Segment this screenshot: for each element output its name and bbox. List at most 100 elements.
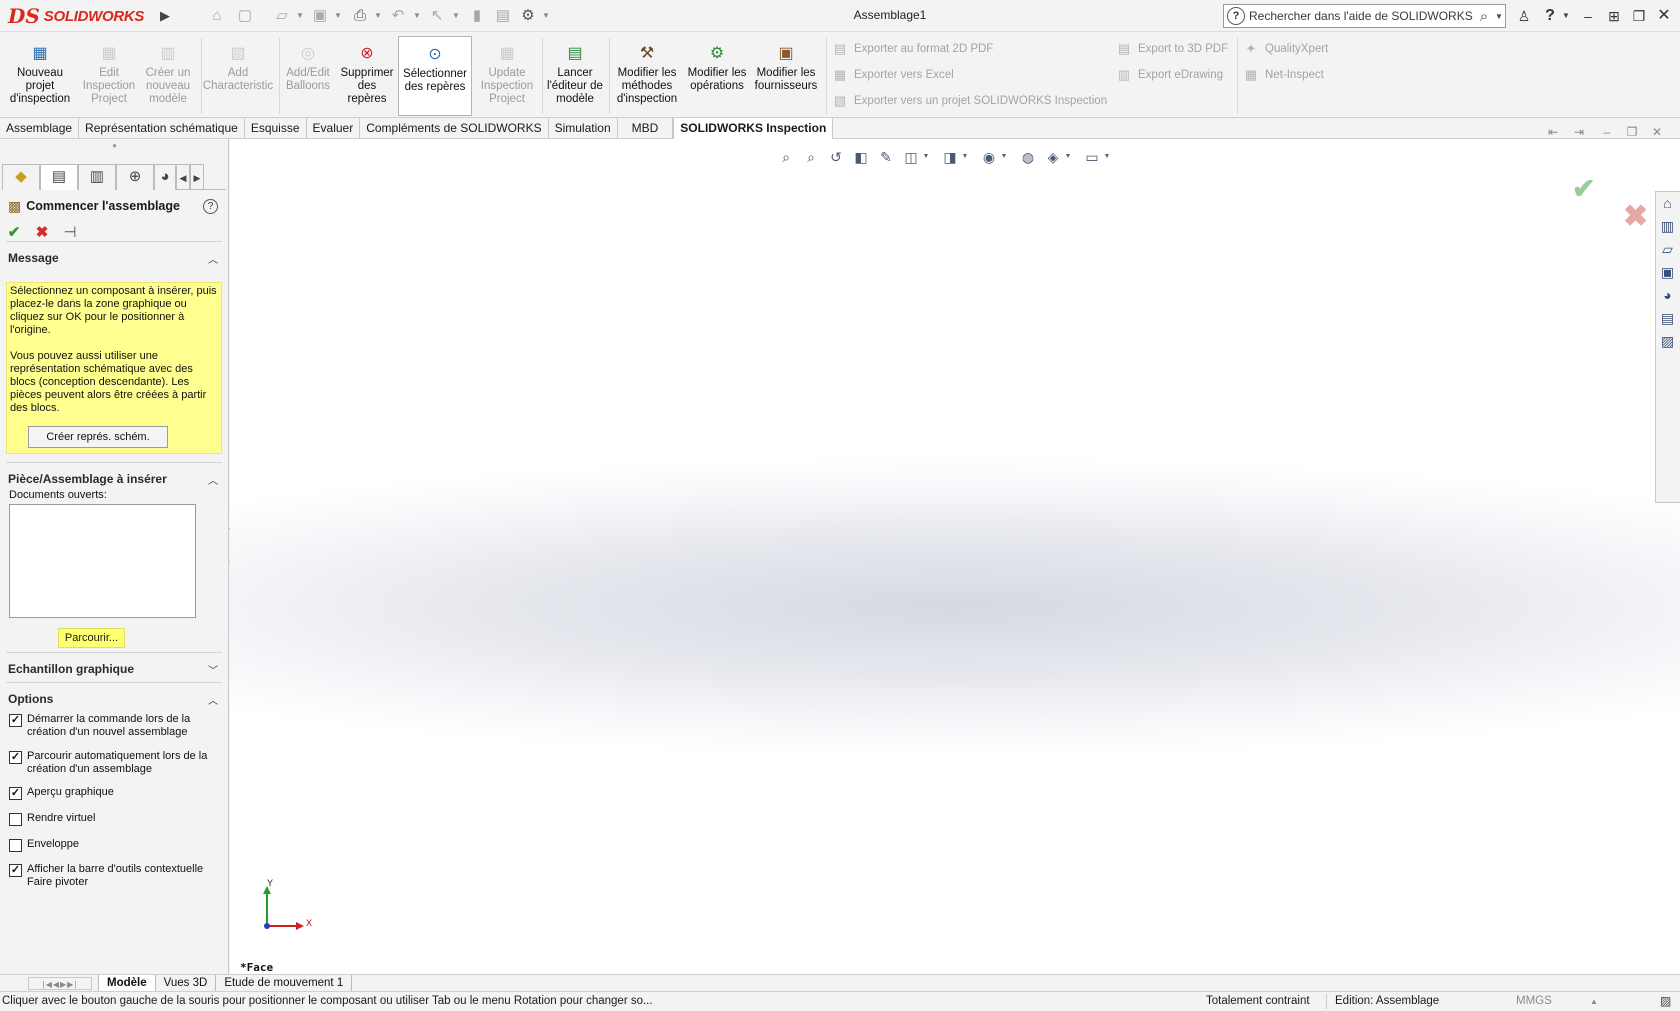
collapse-chevron-icon[interactable]: ︿	[206, 692, 220, 707]
save-dropdown-icon[interactable]: ▼	[333, 5, 343, 27]
search-icon[interactable]: ⌕	[1473, 8, 1495, 25]
viewport-close-icon[interactable]: ✕	[1649, 124, 1665, 140]
add-characteristic-button[interactable]: ▧ Add Characteristic	[203, 36, 273, 116]
add-edit-balloons-button[interactable]: ◎ Add/Edit Balloons	[282, 36, 334, 116]
launch-template-editor-button[interactable]: ▤ Lancer l'éditeur de modèle	[545, 36, 605, 116]
new-inspection-project-button[interactable]: ▦ Nouveau projet d'inspection	[4, 36, 76, 116]
zoom-to-area-icon[interactable]: ⌕	[800, 147, 822, 167]
help-question-icon[interactable]: ?	[1539, 5, 1561, 27]
option-graphic-preview[interactable]: ✓ Aperçu graphique	[9, 786, 219, 800]
panel-grip[interactable]: ●	[0, 139, 229, 153]
delete-balloons-button[interactable]: ⊗ Supprimer des repères	[338, 36, 396, 116]
qualityxpert-button[interactable]: ✦ QualityXpert	[1243, 39, 1329, 59]
search-dropdown-icon[interactable]: ▼	[1495, 12, 1505, 21]
edit-inspection-methods-button[interactable]: ⚒ Modifier les méthodes d'inspection	[612, 36, 682, 116]
confirmation-ok-icon[interactable]: ✔	[1572, 172, 1595, 205]
update-inspection-project-button[interactable]: ▦ Update Inspection Project	[474, 36, 540, 116]
tab-simulation[interactable]: Simulation	[549, 118, 618, 139]
tab-evaluer[interactable]: Evaluer	[307, 118, 361, 139]
checkbox[interactable]: ✓	[9, 714, 22, 727]
help-search-box[interactable]: ? Rechercher dans l'aide de SOLIDWORKS ⌕…	[1223, 4, 1506, 28]
message-group-header[interactable]: Message ︿	[8, 248, 220, 268]
view-settings-monitor-icon[interactable]: ▭	[1081, 147, 1103, 167]
export-excel-button[interactable]: ▦ Exporter vers Excel	[832, 65, 954, 85]
search-input[interactable]: Rechercher dans l'aide de SOLIDWORKS	[1249, 9, 1473, 23]
design-library-icon[interactable]: ▥	[1656, 215, 1679, 238]
view-settings-dropdown-icon[interactable]: ▼	[1103, 147, 1111, 167]
edit-appearance-icon[interactable]: ◍	[1017, 147, 1039, 167]
open-folder-icon[interactable]: ▱	[271, 5, 293, 27]
tab-assemblage[interactable]: Assemblage	[0, 118, 80, 139]
edit-inspection-project-button[interactable]: ▦ Edit Inspection Project	[78, 36, 140, 116]
select-balloons-button[interactable]: ⊙ Sélectionner des repères	[398, 36, 472, 116]
edit-operations-button[interactable]: ⚙ Modifier les opérations	[686, 36, 748, 116]
select-cursor-icon[interactable]: ↖	[426, 5, 448, 27]
cancel-x-icon[interactable]: ✖	[34, 223, 50, 241]
menu-flyout-arrow-icon[interactable]: ▶	[157, 4, 173, 28]
tab-scroll-arrows-icon[interactable]: |◀◀▶▶|	[28, 976, 92, 990]
ok-check-icon[interactable]: ✔	[6, 223, 22, 241]
collapse-chevron-icon[interactable]: ︿	[206, 472, 220, 487]
tile-windows-icon[interactable]: ⊞	[1603, 5, 1625, 27]
pushpin-icon[interactable]: ⊣	[62, 223, 78, 241]
export-3d-pdf-button[interactable]: ▤ Export to 3D PDF	[1116, 39, 1228, 59]
apply-scene-dropdown-icon[interactable]: ▼	[1064, 147, 1072, 167]
tab-complements[interactable]: Compléments de SOLIDWORKS	[360, 118, 549, 139]
close-window-icon[interactable]: ✕	[1653, 5, 1675, 27]
open-dropdown-icon[interactable]: ▼	[295, 5, 305, 27]
print-icon[interactable]: ⎙	[349, 5, 371, 27]
edit-vendors-button[interactable]: ▣ Modifier les fournisseurs	[752, 36, 820, 116]
forum-chat-icon[interactable]: ▨	[1656, 330, 1679, 353]
dimxpert-tab-icon[interactable]: ⊕	[116, 164, 154, 190]
property-manager-tab-icon[interactable]: ▤	[40, 164, 78, 190]
options-group-header[interactable]: Options ︿	[8, 689, 220, 709]
export-2d-pdf-button[interactable]: ▤ Exporter au format 2D PDF	[832, 39, 993, 59]
select-dropdown-icon[interactable]: ▼	[451, 5, 461, 27]
insert-group-header[interactable]: Pièce/Assemblage à insérer ︿	[8, 469, 220, 489]
zoom-to-fit-icon[interactable]: ⌕	[775, 147, 797, 167]
tab-esquisse[interactable]: Esquisse	[245, 118, 307, 139]
feature-manager-tab-icon[interactable]: ◆	[2, 164, 40, 190]
file-explorer-icon[interactable]: ▱	[1656, 238, 1679, 261]
checkbox[interactable]: ✓	[9, 787, 22, 800]
file-properties-icon[interactable]: ▤	[492, 5, 514, 27]
viewport-next-icon[interactable]: ⇥	[1571, 124, 1587, 140]
solidworks-logo[interactable]: DS SOLIDWORKS	[8, 3, 158, 29]
checkbox[interactable]: ✓	[9, 864, 22, 877]
tab-3d-views[interactable]: Vues 3D	[156, 975, 217, 991]
configuration-manager-tab-icon[interactable]: ▥	[78, 164, 116, 190]
display-style-icon[interactable]: ◨	[939, 147, 961, 167]
option-auto-browse[interactable]: ✓ Parcourir automatiquement lors de la cr…	[9, 750, 219, 776]
option-envelope[interactable]: Enveloppe	[9, 838, 219, 852]
open-documents-list[interactable]	[9, 504, 196, 618]
undo-icon[interactable]: ↶	[387, 5, 409, 27]
previous-view-icon[interactable]: ↺	[825, 147, 847, 167]
dynamic-annotation-icon[interactable]: ✎	[875, 147, 897, 167]
tab-mbd[interactable]: MBD	[618, 118, 674, 139]
checkbox[interactable]	[9, 813, 22, 826]
tab-solidworks-inspection[interactable]: SOLIDWORKS Inspection	[673, 118, 834, 139]
tab-model[interactable]: Modèle	[98, 975, 156, 991]
option-rotate-toolbar[interactable]: ✓ Afficher la barre d'outils contextuelle…	[9, 863, 219, 889]
expand-chevron-icon[interactable]: ﹀	[206, 662, 220, 677]
options-dropdown-icon[interactable]: ▼	[541, 5, 551, 27]
save-icon[interactable]: ▣	[309, 5, 331, 27]
create-schematic-button[interactable]: Créer représ. schém.	[28, 426, 168, 448]
minimize-icon[interactable]: –	[1577, 5, 1599, 27]
export-sw-inspection-button[interactable]: ▧ Exporter vers un projet SOLIDWORKS Insp…	[832, 91, 1107, 111]
browse-button[interactable]: Parcourir...	[58, 628, 125, 648]
restore-window-icon[interactable]: ❐	[1628, 5, 1650, 27]
apply-scene-icon[interactable]: ◈	[1042, 147, 1064, 167]
confirmation-cancel-icon[interactable]: ✖	[1623, 199, 1648, 234]
solidworks-resources-home-icon[interactable]: ⌂	[1656, 192, 1679, 215]
option-make-virtual[interactable]: Rendre virtuel	[9, 812, 219, 826]
viewport-prev-icon[interactable]: ⇤	[1545, 124, 1561, 140]
rebuild-icon[interactable]: ▮	[466, 5, 488, 27]
home-icon[interactable]: ⌂	[206, 5, 228, 27]
help-dropdown-icon[interactable]: ▼	[1561, 5, 1571, 27]
tab-representation-schematique[interactable]: Représentation schématique	[79, 118, 245, 139]
status-chat-icon[interactable]: ▨	[1660, 992, 1671, 1011]
undo-dropdown-icon[interactable]: ▼	[412, 5, 422, 27]
create-new-template-button[interactable]: ▥ Créer un nouveau modèle	[140, 36, 196, 116]
checkbox[interactable]: ✓	[9, 751, 22, 764]
